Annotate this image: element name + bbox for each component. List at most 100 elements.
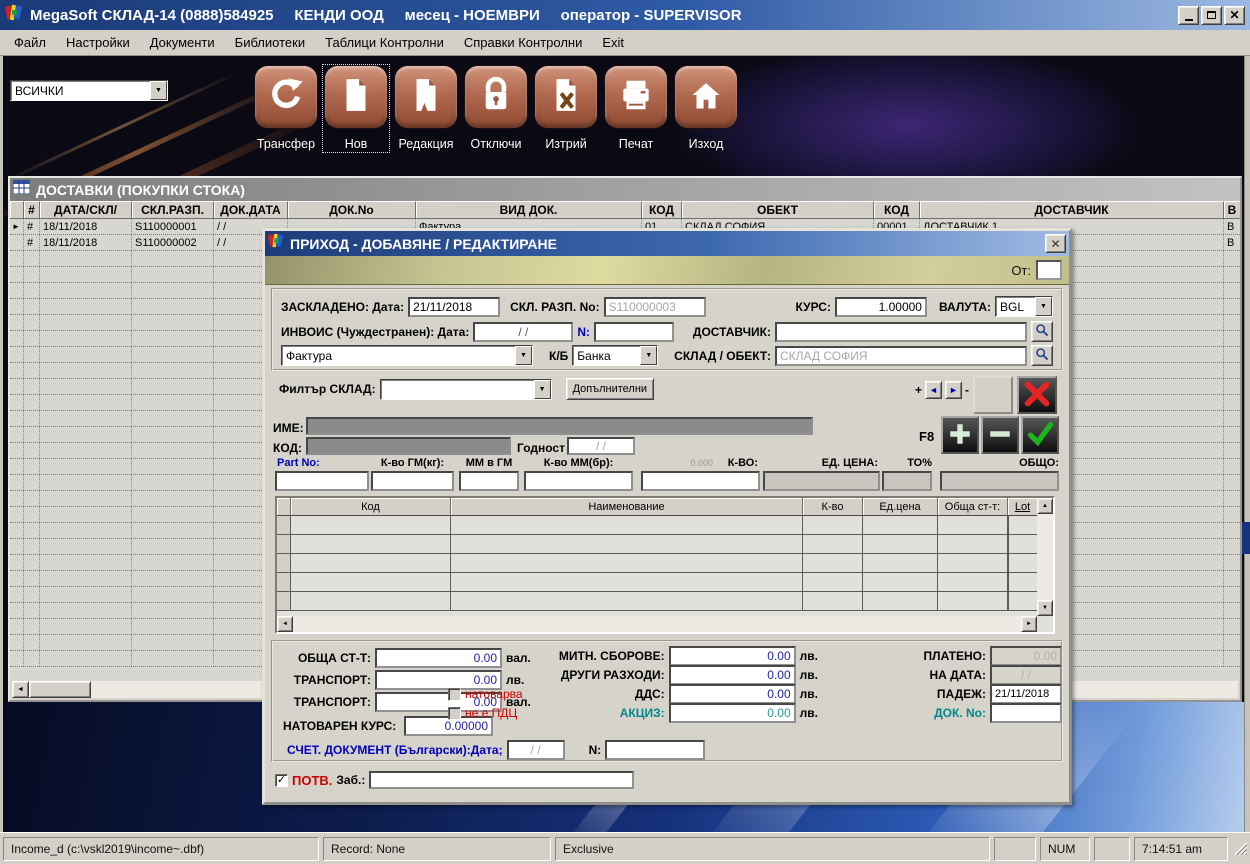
sklad-search-button[interactable] bbox=[1031, 345, 1053, 366]
potv-checkbox[interactable]: ✓ bbox=[275, 774, 288, 787]
menu-item-file[interactable]: Файл bbox=[4, 31, 56, 54]
dialog-close-button[interactable]: ✕ bbox=[1045, 234, 1066, 253]
mm-gm-label: ММ в ГМ bbox=[459, 457, 519, 469]
main-title-bar: MegaSoft СКЛАД-14 (0888)584925 КЕНДИ ООД… bbox=[0, 0, 1250, 30]
filter-sklad-combo[interactable]: ▼ bbox=[380, 379, 552, 400]
arrow-down-icon: ▼ bbox=[1042, 605, 1048, 611]
exit-button[interactable]: Изход bbox=[674, 66, 738, 151]
scroll-left-button[interactable]: ◄ bbox=[12, 681, 29, 698]
items-horizontal-scrollbar[interactable]: ◄ ► bbox=[277, 616, 1037, 632]
transport-lv-label: ТРАНСПОРТ: bbox=[287, 673, 371, 687]
from-input[interactable] bbox=[1036, 260, 1062, 280]
col-header-date: ДАТА/СКЛ/ bbox=[40, 201, 132, 219]
potv-label: ПОТВ. bbox=[292, 773, 332, 788]
blank-button[interactable] bbox=[973, 376, 1013, 414]
transfer-button[interactable]: Трансфер bbox=[254, 66, 318, 151]
dostavchik-search-button[interactable] bbox=[1031, 321, 1053, 342]
scroll-left-button[interactable]: ◄ bbox=[277, 616, 293, 632]
window-frame-left bbox=[0, 56, 3, 832]
dialog-title-bar: ПРИХОД - ДОБАВЯНЕ / РЕДАКТИРАНЕ ✕ bbox=[265, 231, 1069, 256]
chevron-down-icon: ▼ bbox=[520, 352, 527, 359]
dropdown-button[interactable]: ▼ bbox=[150, 81, 167, 100]
kvo-gm-input[interactable] bbox=[371, 471, 454, 491]
deliveries-window-title: ДОСТАВКИ (ПОКУПКИ СТОКА) bbox=[36, 182, 245, 198]
checkmark-icon bbox=[1026, 420, 1054, 451]
resize-grip[interactable] bbox=[1234, 842, 1247, 855]
kvo-input[interactable] bbox=[641, 471, 760, 491]
zab-input[interactable] bbox=[369, 771, 634, 789]
godnost-label: Годност bbox=[517, 441, 565, 455]
dropdown-button[interactable]: ▼ bbox=[515, 346, 532, 365]
remove-item-button[interactable] bbox=[981, 416, 1019, 454]
new-button[interactable]: Нов bbox=[324, 66, 388, 151]
dialog-icon bbox=[268, 233, 284, 254]
items-vertical-scrollbar[interactable]: ▲ ▼ bbox=[1037, 498, 1053, 616]
doc-type-combo[interactable]: Фактура ▼ bbox=[281, 345, 533, 366]
to-field bbox=[882, 471, 932, 491]
zaskladeno-date-input[interactable]: 21/11/2018 bbox=[408, 297, 500, 317]
padej-input[interactable]: 21/11/2018 bbox=[990, 684, 1062, 704]
menu-item-reports-control[interactable]: Справки Контролни bbox=[454, 31, 593, 54]
dostavchik-input[interactable] bbox=[775, 322, 1027, 342]
arrow-right-icon: ► bbox=[949, 385, 958, 395]
akciz-input[interactable]: 0.00 bbox=[669, 703, 796, 723]
mm-gm-input[interactable] bbox=[459, 471, 519, 491]
menu-item-libraries[interactable]: Библиотеки bbox=[225, 31, 315, 54]
unit-lv: лв. bbox=[800, 668, 818, 682]
confirm-item-button[interactable] bbox=[1021, 416, 1059, 454]
valuta-combo[interactable]: BGL ▼ bbox=[995, 296, 1053, 317]
kvo-mm-input[interactable] bbox=[524, 471, 633, 491]
ime-label: ИМЕ: bbox=[273, 421, 304, 435]
menu-item-tables-control[interactable]: Таблици Контролни bbox=[315, 31, 454, 54]
add-item-button[interactable] bbox=[941, 416, 979, 454]
invoice-n-input[interactable] bbox=[594, 322, 674, 342]
col-header-num: # bbox=[24, 201, 40, 219]
invoice-date-input[interactable]: / / bbox=[473, 322, 573, 342]
menu-item-documents[interactable]: Документи bbox=[140, 31, 225, 54]
kvo-label: К-ВО: bbox=[641, 457, 758, 469]
scroll-up-button[interactable]: ▲ bbox=[1037, 498, 1053, 514]
close-button[interactable]: ✕ bbox=[1224, 6, 1245, 25]
dokno-input[interactable] bbox=[990, 703, 1062, 723]
unlock-button[interactable]: Отключи bbox=[464, 66, 528, 151]
sklad-obekt-input: СКЛАД СОФИЯ bbox=[775, 346, 1027, 366]
schet-n-input[interactable] bbox=[605, 740, 705, 760]
items-table-header: Код Наименование К-во Ед.цена Обща ст-т:… bbox=[277, 498, 1037, 516]
drugi-label: ДРУГИ РАЗХОДИ: bbox=[561, 668, 665, 682]
cancel-x-button[interactable] bbox=[1017, 376, 1057, 414]
menu-item-exit[interactable]: Exit bbox=[592, 31, 634, 54]
dropdown-button[interactable]: ▼ bbox=[1035, 297, 1052, 316]
drugi-input[interactable]: 0.00 bbox=[669, 665, 796, 685]
dopalnitelni-button[interactable]: Допълнителни bbox=[566, 378, 654, 400]
dds-input[interactable]: 0.00 bbox=[669, 684, 796, 704]
edit-button[interactable]: Редакция bbox=[394, 66, 458, 151]
godnost-input[interactable]: / / bbox=[567, 437, 635, 455]
grid-icon bbox=[13, 180, 30, 199]
mitn-input[interactable]: 0.00 bbox=[669, 646, 796, 666]
arrow-left-icon: ◄ bbox=[282, 621, 288, 627]
search-icon bbox=[1035, 323, 1049, 340]
schet-date-input[interactable]: / / bbox=[507, 740, 565, 760]
scroll-right-button[interactable]: ► bbox=[1021, 616, 1037, 632]
menu-item-settings[interactable]: Настройки bbox=[56, 31, 140, 54]
nav-next-button[interactable]: ► bbox=[945, 381, 962, 399]
scroll-down-button[interactable]: ▼ bbox=[1037, 600, 1053, 616]
part-no-label: Part No: bbox=[277, 457, 320, 469]
minimize-button[interactable] bbox=[1178, 6, 1199, 25]
plus-icon bbox=[947, 421, 973, 450]
scrollbar-thumb[interactable] bbox=[29, 681, 91, 698]
part-no-input[interactable] bbox=[275, 471, 369, 491]
status-bar: Income_d (c:\vskl2019\income~.dbf) Recor… bbox=[0, 832, 1250, 864]
kurs-input[interactable]: 1.00000 bbox=[835, 297, 927, 317]
nav-prev-button[interactable]: ◄ bbox=[925, 381, 942, 399]
status-empty-1 bbox=[994, 837, 1036, 861]
items-empty-row bbox=[277, 554, 1037, 573]
delete-button[interactable]: Изтрий bbox=[534, 66, 598, 151]
maximize-button[interactable] bbox=[1201, 6, 1222, 25]
dropdown-button[interactable]: ▼ bbox=[640, 346, 657, 365]
kb-combo[interactable]: Банка ▼ bbox=[572, 345, 658, 366]
delete-document-icon bbox=[547, 76, 585, 119]
dropdown-button[interactable]: ▼ bbox=[534, 380, 551, 399]
records-filter-combo[interactable]: ВСИЧКИ ▼ bbox=[10, 80, 168, 101]
print-button[interactable]: Печат bbox=[604, 66, 668, 151]
